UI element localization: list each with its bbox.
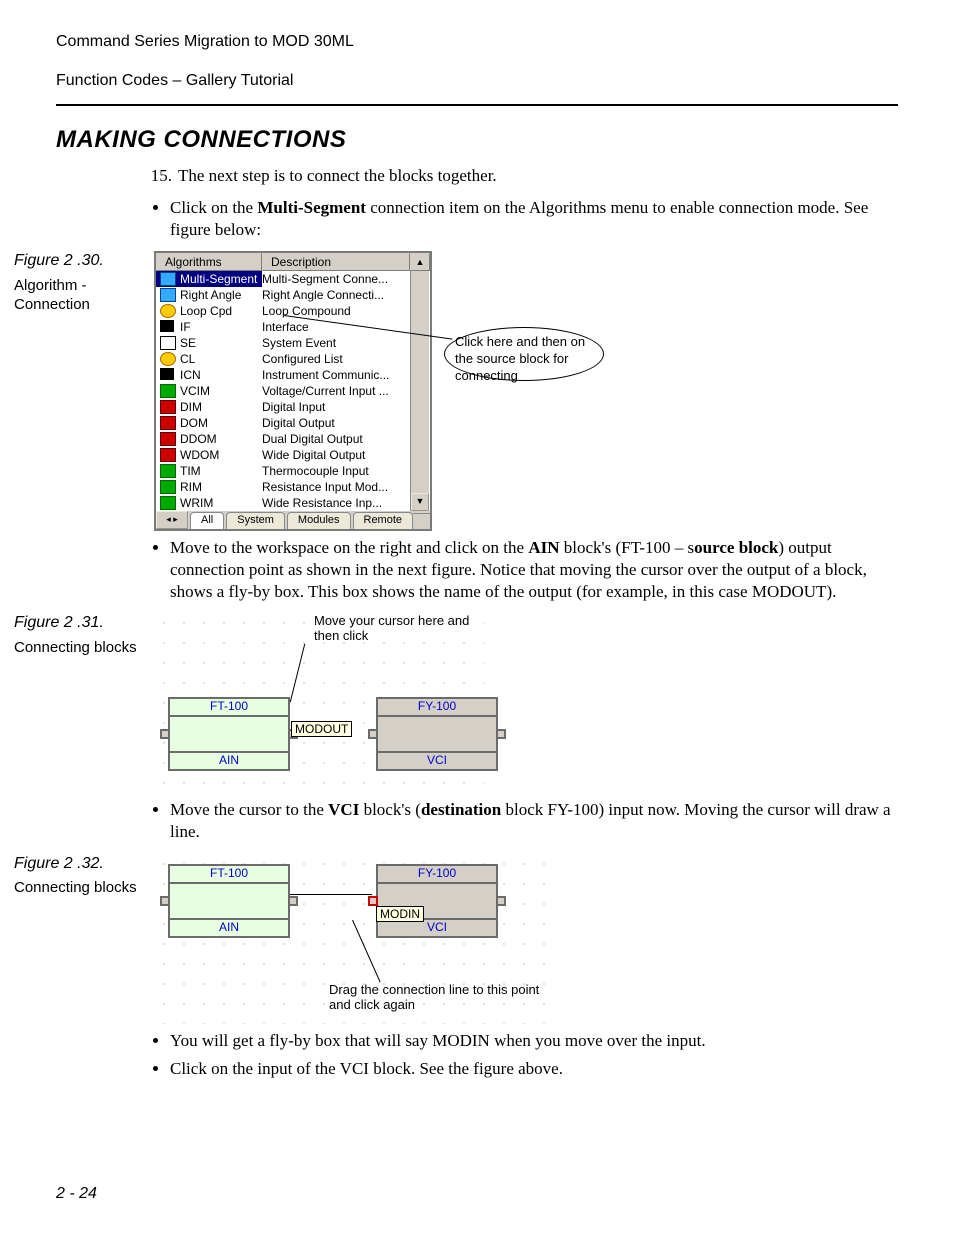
bullet-move-workspace: Move to the workspace on the right and c… bbox=[170, 537, 898, 603]
row-loop-cpd[interactable]: Loop Cpd bbox=[156, 303, 262, 319]
row-dim[interactable]: DIM bbox=[156, 399, 262, 415]
block-fy100-footer: VCI bbox=[378, 751, 496, 769]
icn-icon bbox=[160, 368, 174, 380]
header-algorithms[interactable]: Algorithms bbox=[156, 253, 262, 271]
flybox-modout: MODOUT bbox=[291, 721, 352, 737]
bullet-click-input: Click on the input of the VCI block. See… bbox=[170, 1058, 898, 1080]
step-number: 15. bbox=[144, 165, 172, 187]
row-right-angle[interactable]: Right Angle bbox=[156, 287, 262, 303]
step-15: 15. The next step is to connect the bloc… bbox=[144, 165, 898, 187]
listbox-tabs: ◂ ▸ All System Modules Remote bbox=[156, 511, 430, 529]
connection-icon bbox=[160, 288, 176, 302]
scroll-up-icon[interactable]: ▲ bbox=[410, 253, 430, 271]
wrim-icon bbox=[160, 496, 176, 510]
bullet-multisegment: Click on the Multi-Segment connection it… bbox=[170, 197, 898, 241]
row-if[interactable]: IF bbox=[156, 319, 262, 335]
figure-31-workspace: Move your cursor here and then click FT-… bbox=[154, 613, 484, 793]
dim-icon bbox=[160, 400, 176, 414]
col-description: Multi-Segment Conne... Right Angle Conne… bbox=[262, 271, 410, 511]
port-output[interactable] bbox=[496, 896, 506, 906]
block-fy100[interactable]: FY-100 VCI bbox=[376, 864, 498, 938]
scrollbar[interactable]: ▼ bbox=[410, 271, 429, 511]
port-output[interactable] bbox=[288, 896, 298, 906]
tab-system[interactable]: System bbox=[226, 512, 285, 529]
block-ft100-title: FT-100 bbox=[170, 699, 288, 717]
se-icon bbox=[160, 336, 176, 350]
port-input[interactable] bbox=[160, 729, 170, 739]
row-vcim[interactable]: VCIM bbox=[156, 383, 262, 399]
row-rim[interactable]: RIM bbox=[156, 479, 262, 495]
row-icn[interactable]: ICN bbox=[156, 367, 262, 383]
cl-icon bbox=[160, 352, 176, 366]
if-icon bbox=[160, 320, 174, 332]
vcim-icon bbox=[160, 384, 176, 398]
block-fy100-title: FY-100 bbox=[378, 699, 496, 717]
listbox-header: Algorithms Description ▲ bbox=[156, 253, 430, 271]
row-wdom[interactable]: WDOM bbox=[156, 447, 262, 463]
page-number: 2 - 24 bbox=[56, 1184, 97, 1205]
block-ft100-footer: AIN bbox=[170, 751, 288, 769]
block-ft100-footer: AIN bbox=[170, 918, 288, 936]
row-multi-segment[interactable]: Multi-Segment bbox=[156, 271, 262, 287]
tab-scroll-arrows[interactable]: ◂ ▸ bbox=[156, 511, 188, 529]
figure-30-caption: Figure 2 .30. Algorithm - Connection bbox=[14, 251, 144, 315]
annotation-move-cursor: Move your cursor here and then click bbox=[314, 613, 484, 643]
port-output[interactable] bbox=[496, 729, 506, 739]
port-input-highlight[interactable] bbox=[368, 896, 378, 906]
row-dom[interactable]: DOM bbox=[156, 415, 262, 431]
figure-32-workspace: FT-100 AIN FY-100 VCI MODIN Drag the con bbox=[154, 854, 559, 1024]
callout-bubble: Click here and then on the source block … bbox=[444, 327, 604, 381]
scroll-down-icon[interactable]: ▼ bbox=[411, 493, 429, 511]
section-title: MAKING CONNECTIONS bbox=[56, 124, 898, 155]
bullet-move-to-vci: Move the cursor to the VCI block's (dest… bbox=[170, 799, 898, 843]
row-tim[interactable]: TIM bbox=[156, 463, 262, 479]
step-text: The next step is to connect the blocks t… bbox=[178, 165, 497, 187]
row-cl[interactable]: CL bbox=[156, 351, 262, 367]
row-ddom[interactable]: DDOM bbox=[156, 431, 262, 447]
block-ft100-title: FT-100 bbox=[170, 866, 288, 884]
block-ft100[interactable]: FT-100 AIN bbox=[168, 864, 290, 938]
port-input[interactable] bbox=[368, 729, 378, 739]
tim-icon bbox=[160, 464, 176, 478]
wdom-icon bbox=[160, 448, 176, 462]
header-rule bbox=[56, 104, 898, 106]
bullet-flyby-modin: You will get a fly-by box that will say … bbox=[170, 1030, 898, 1052]
row-wrim[interactable]: WRIM bbox=[156, 495, 262, 511]
tab-remote[interactable]: Remote bbox=[353, 512, 414, 529]
block-ft100[interactable]: FT-100 AIN bbox=[168, 697, 290, 771]
header-line2: Function Codes – Gallery Tutorial bbox=[56, 71, 898, 92]
tab-all[interactable]: All bbox=[190, 512, 224, 529]
header-description[interactable]: Description bbox=[262, 253, 410, 271]
port-input[interactable] bbox=[160, 896, 170, 906]
figure-31-caption: Figure 2 .31. Connecting blocks bbox=[14, 613, 144, 657]
dom-icon bbox=[160, 416, 176, 430]
block-fy100[interactable]: FY-100 VCI bbox=[376, 697, 498, 771]
leader-line bbox=[290, 644, 305, 702]
flybox-modin: MODIN bbox=[376, 906, 424, 922]
block-fy100-title: FY-100 bbox=[378, 866, 496, 884]
connection-line bbox=[290, 894, 372, 895]
figure-30-panel: Algorithms Description ▲ Multi-Segment R… bbox=[154, 251, 898, 531]
connection-icon bbox=[160, 272, 176, 286]
algorithms-listbox[interactable]: Algorithms Description ▲ Multi-Segment R… bbox=[154, 251, 432, 531]
col-algorithms: Multi-Segment Right Angle Loop Cpd IF SE… bbox=[156, 271, 262, 511]
loop-icon bbox=[160, 304, 176, 318]
ddom-icon bbox=[160, 432, 176, 446]
figure-32-caption: Figure 2 .32. Connecting blocks bbox=[14, 854, 144, 898]
annotation-drag-connection: Drag the connection line to this point a… bbox=[329, 982, 559, 1012]
row-se[interactable]: SE bbox=[156, 335, 262, 351]
header-line1: Command Series Migration to MOD 30ML bbox=[56, 32, 898, 53]
rim-icon bbox=[160, 480, 176, 494]
tab-modules[interactable]: Modules bbox=[287, 512, 351, 529]
